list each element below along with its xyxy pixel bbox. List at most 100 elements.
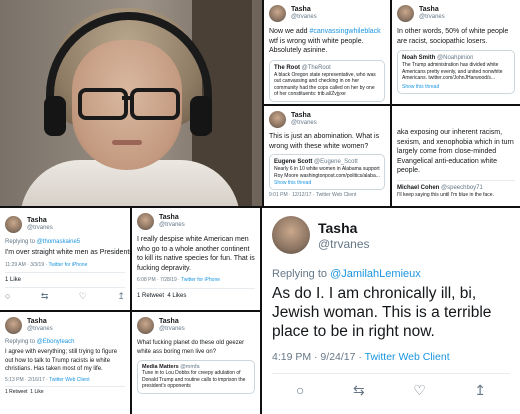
display-name[interactable]: Tasha <box>318 220 370 237</box>
reply-mention-link[interactable]: @thomaskaine5 <box>37 239 80 245</box>
quote-name: The Root <box>274 64 300 71</box>
quoted-tweet[interactable]: Michael Cohen @speechboy71 I'll keep say… <box>397 179 515 199</box>
quote-name: Eugene Scott <box>274 159 313 165</box>
tweet-text: Now we add #canvassingwhileblack wtf is … <box>269 27 385 56</box>
handle[interactable]: @trvanes <box>27 326 53 333</box>
hashtag-link[interactable]: #canvassingwhileblack <box>309 28 380 35</box>
tweet-header: Tasha @trvanes <box>397 5 515 22</box>
tweet-card-despise: Tasha @trvanes I really despise white Am… <box>132 208 260 310</box>
replying-prefix: Replying to <box>5 239 37 245</box>
display-name[interactable]: Tasha <box>27 318 53 326</box>
photo-earcup-right <box>190 96 212 136</box>
avatar[interactable] <box>5 317 22 334</box>
tweet-card-chronically-ill: Tasha @trvanes Replying to @JamilahLemie… <box>262 208 520 414</box>
tweet-timestamp[interactable]: 6:08 PM · 7/28/19 · <box>137 277 181 283</box>
display-name[interactable]: Tasha <box>27 217 53 225</box>
quoted-tweet[interactable]: The Root @TheRoot A black Oregon state r… <box>269 59 385 102</box>
display-name[interactable]: Tasha <box>291 6 317 14</box>
reply-mention-link[interactable]: @JamilahLemieux <box>330 268 421 280</box>
tweet-text-end: wtf is wrong with white people. Absolute… <box>269 37 364 55</box>
client-link[interactable]: Twitter for iPhone <box>181 277 220 283</box>
tweet-timestamp[interactable]: 9:01 PM · 12/12/17 · Twitter Web Client <box>269 192 385 198</box>
profile-photo <box>0 0 262 206</box>
display-name[interactable]: Tasha <box>419 6 445 14</box>
handle[interactable]: @trvanes <box>419 14 445 21</box>
handle[interactable]: @trvanes <box>318 237 370 251</box>
quote-text: A black Oregon state representative, who… <box>274 71 376 98</box>
client-link[interactable]: Twitter Web Client <box>49 377 89 383</box>
quote-handle: @TheRoot <box>301 64 331 71</box>
engagement-stats[interactable]: 1 Retweet 4 Likes <box>137 288 255 300</box>
quote-handle: @Noahpinion <box>437 55 474 61</box>
tweet-text: I'm over straight white men as President… <box>5 249 130 256</box>
show-thread-link[interactable]: Show this thread <box>402 84 510 90</box>
tweet-header: Tasha @trvanes <box>272 216 510 254</box>
handle[interactable]: @trvanes <box>27 225 53 232</box>
client-link[interactable]: Twitter for iPhone <box>48 262 87 268</box>
tweet-card-canvassing: Tasha @trvanes Now we add #canvassingwhi… <box>264 0 390 104</box>
handle[interactable]: @trvanes <box>291 14 317 21</box>
tweet-text: In other words, 50% of white people are … <box>397 28 509 45</box>
photo-earcup-left <box>44 96 66 136</box>
tweet-header: Tasha @trvanes <box>269 5 385 22</box>
handle[interactable]: @trvanes <box>159 326 185 333</box>
tweet-text: I agree with everything; still trying to… <box>5 349 118 372</box>
avatar[interactable] <box>397 5 414 22</box>
tweet-timestamp[interactable]: 4:19 PM · 9/24/17 · <box>272 351 365 363</box>
tweet-header: Tasha @trvanes <box>5 317 125 334</box>
quote-text: Tune in to Lou Dobbs for creepy adulatio… <box>142 370 246 389</box>
quote-handle: @Eugene_Scott <box>314 159 358 165</box>
like-icon[interactable]: ♡ <box>79 291 87 302</box>
tweet-card-exposing: aka exposing our inherent racism, sexism… <box>392 106 520 206</box>
like-count[interactable]: 1 Like <box>5 271 125 284</box>
tweet-timestamp[interactable]: 5:13 PM · 2/16/17 · <box>5 377 49 383</box>
share-icon[interactable]: ↥ <box>474 382 486 399</box>
reply-icon[interactable]: ○ <box>296 382 304 399</box>
replying-prefix: Replying to <box>5 339 37 345</box>
avatar[interactable] <box>269 111 286 128</box>
quoted-tweet[interactable]: Noah Smith @Noahpinion The Trump adminis… <box>397 50 515 94</box>
retweet-icon[interactable]: ⇆ <box>353 382 365 399</box>
reply-icon[interactable]: ○ <box>5 291 10 302</box>
replying-to: Replying to @thomaskaine5 <box>5 238 125 246</box>
show-thread-link[interactable]: Show this thread <box>274 180 380 186</box>
tweet-text: As do I. I am chronically ill, bi, Jewis… <box>272 285 492 340</box>
display-name[interactable]: Tasha <box>159 214 185 222</box>
tweet-timestamp[interactable]: 11:29 AM · 3/3/19 · <box>5 262 48 268</box>
tweet-text-start: Now we add <box>269 28 310 35</box>
avatar[interactable] <box>5 216 22 233</box>
tweet-card-presidents: Tasha @trvanes Replying to @thomaskaine5… <box>0 208 130 310</box>
replying-to: Replying to @JamilahLemieux <box>272 268 510 280</box>
tweet-text: I really despise white American men who … <box>137 236 255 272</box>
client-link[interactable]: Twitter Web Client <box>365 351 450 363</box>
display-name[interactable]: Tasha <box>291 112 317 120</box>
quote-name: Michael Cohen <box>397 184 440 191</box>
retweet-icon[interactable]: ⇆ <box>41 291 49 302</box>
avatar[interactable] <box>269 5 286 22</box>
share-icon[interactable]: ↥ <box>117 291 125 302</box>
tweet-card-agree: Tasha @trvanes Replying to @Ebonyteach I… <box>0 312 130 414</box>
tweet-meta: 6:08 PM · 7/28/19 · Twitter for iPhone <box>137 277 255 283</box>
tweet-text: What fucking planet do these old geezer … <box>137 340 245 355</box>
like-icon[interactable]: ♡ <box>413 382 426 399</box>
reply-mention-link[interactable]: @Ebonyteach <box>37 339 75 345</box>
tweet-text: aka exposing our inherent racism, sexism… <box>397 129 514 174</box>
replying-prefix: Replying to <box>272 268 331 280</box>
quote-handle: @speechboy71 <box>441 184 483 191</box>
tweet-header: Tasha @trvanes <box>137 317 255 334</box>
avatar[interactable] <box>137 213 154 230</box>
quote-text: The Trump administration has divided whi… <box>402 62 503 81</box>
quoted-tweet[interactable]: Eugene Scott @Eugene_Scott Nearly 6 in 1… <box>269 154 385 190</box>
handle[interactable]: @trvanes <box>291 120 317 127</box>
display-name[interactable]: Tasha <box>159 318 185 326</box>
handle[interactable]: @trvanes <box>159 222 185 229</box>
engagement-stats[interactable]: 1 Retweet 1 Like <box>5 385 125 395</box>
replying-to: Replying to @Ebonyteach <box>5 338 125 346</box>
quoted-tweet[interactable]: Media Matters @mmfa Tune in to Lou Dobbs… <box>137 360 255 394</box>
avatar[interactable] <box>272 216 310 254</box>
tweet-card-planet: Tasha @trvanes What fucking planet do th… <box>132 312 260 414</box>
tweet-meta: 5:13 PM · 2/16/17 · Twitter Web Client <box>5 377 125 383</box>
quote-text: Nearly 6 in 10 white women in Alabama su… <box>274 166 380 179</box>
avatar[interactable] <box>137 317 154 334</box>
tweet-text: This is just an abomination. What is wro… <box>269 133 380 150</box>
